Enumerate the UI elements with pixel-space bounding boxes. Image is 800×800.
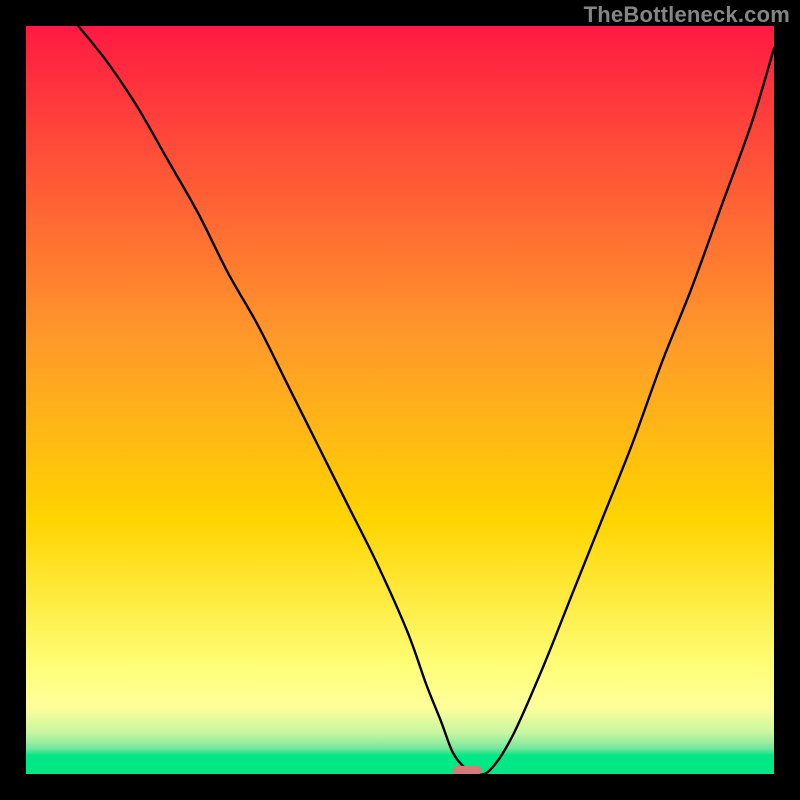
- bottleneck-chart: [26, 26, 774, 774]
- watermark-label: TheBottleneck.com: [584, 2, 790, 28]
- plot-background-gradient: [26, 26, 774, 774]
- optimum-marker: [452, 766, 482, 774]
- chart-frame: TheBottleneck.com: [0, 0, 800, 800]
